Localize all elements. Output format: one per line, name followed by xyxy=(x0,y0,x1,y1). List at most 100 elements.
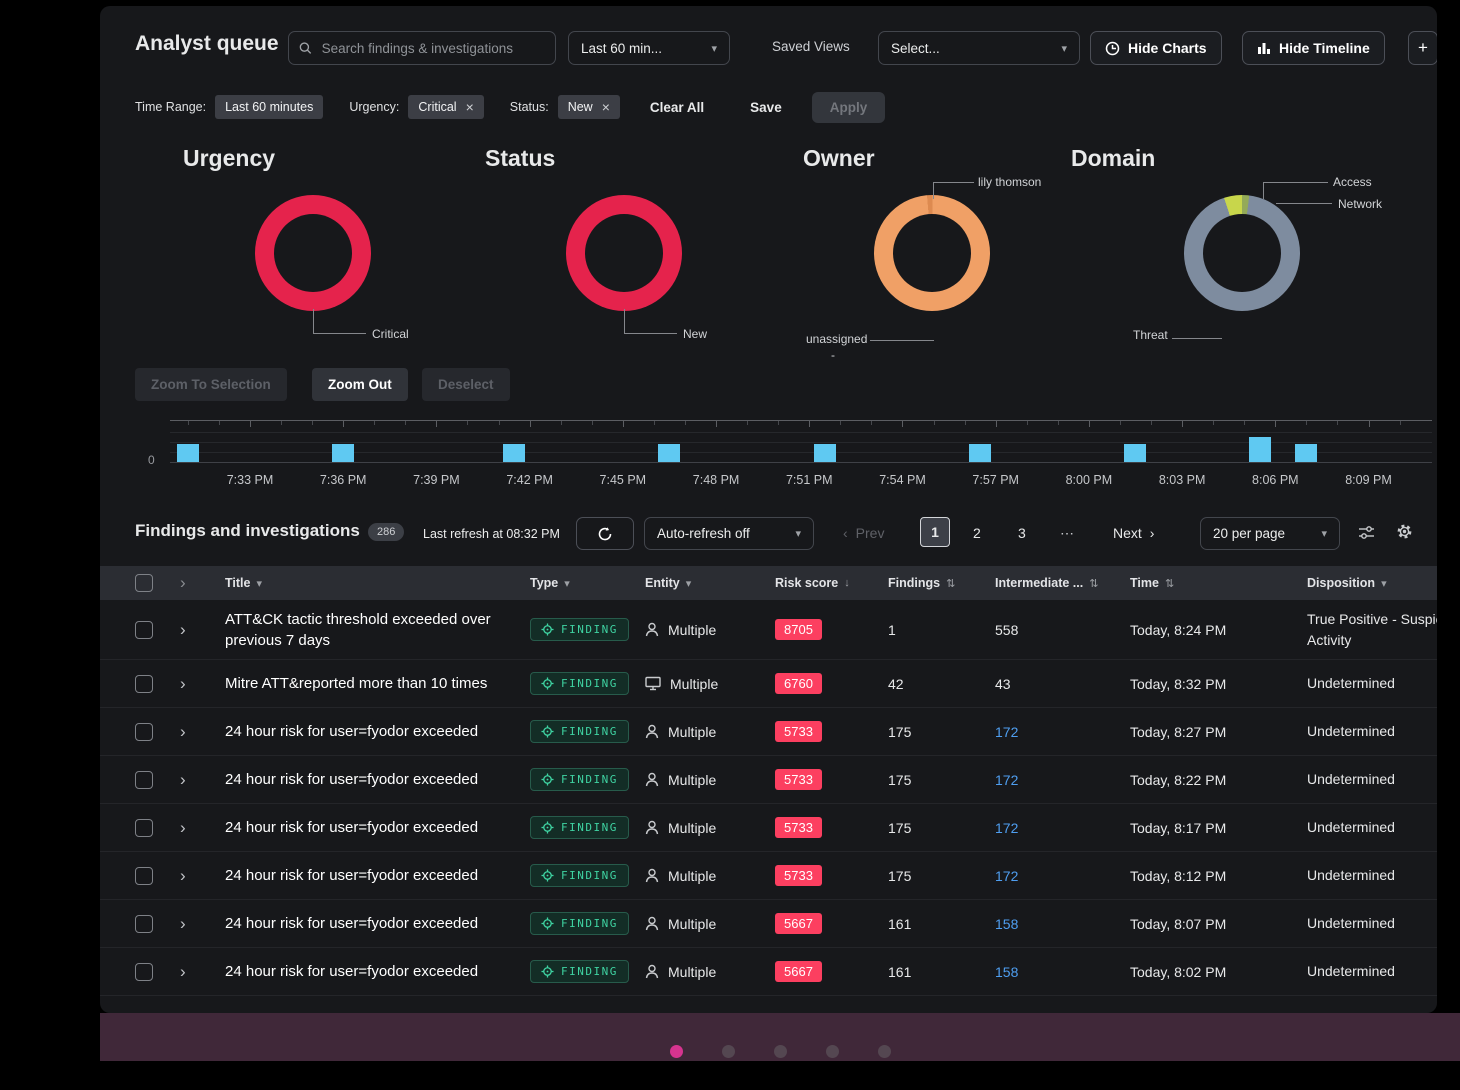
row-checkbox[interactable] xyxy=(135,723,153,741)
auto-refresh-dropdown[interactable]: Auto-refresh off ▾ xyxy=(644,517,814,550)
timeline-tick xyxy=(716,421,717,427)
row-expand-chevron[interactable]: › xyxy=(180,914,186,933)
row-expand-chevron[interactable]: › xyxy=(180,962,186,981)
row-checkbox[interactable] xyxy=(135,963,153,981)
finding-title-link[interactable]: 24 hour risk for user=fyodor exceeded xyxy=(225,769,530,790)
column-header-title[interactable]: Title▾ xyxy=(225,576,530,590)
carousel-dot[interactable] xyxy=(670,1045,683,1058)
hide-timeline-button[interactable]: Hide Timeline xyxy=(1242,31,1385,65)
column-header-findings[interactable]: Findings⇅ xyxy=(888,576,995,590)
row-expand-chevron[interactable]: › xyxy=(180,770,186,789)
finding-title-link[interactable]: ATT&CK tactic threshold exceeded over pr… xyxy=(225,609,530,651)
urgency-chip[interactable]: Critical × xyxy=(408,95,483,119)
timeline-bar[interactable] xyxy=(969,444,991,462)
finding-title-link[interactable]: 24 hour risk for user=fyodor exceeded xyxy=(225,913,530,934)
status-donut-chart[interactable] xyxy=(566,195,682,311)
finding-title-link[interactable]: Mitre ATT&reported more than 10 times xyxy=(225,673,530,694)
row-expand-chevron[interactable]: › xyxy=(180,722,186,741)
time-range-chip[interactable]: Last 60 minutes xyxy=(215,95,323,119)
search-box[interactable] xyxy=(288,31,556,65)
column-header-intermediate[interactable]: Intermediate ...⇅ xyxy=(995,576,1130,590)
timeline-axis-label: 7:57 PM xyxy=(972,473,1019,487)
intermediate-count[interactable]: 158 xyxy=(995,916,1130,932)
close-icon[interactable]: × xyxy=(466,102,474,112)
column-header-entity[interactable]: Entity▾ xyxy=(645,576,775,590)
row-expand-chevron[interactable]: › xyxy=(180,674,186,693)
table-settings-button[interactable] xyxy=(1396,523,1413,545)
intermediate-count[interactable]: 43 xyxy=(995,676,1130,692)
urgency-donut-chart[interactable] xyxy=(255,195,371,311)
clear-all-button[interactable]: Clear All xyxy=(650,100,704,115)
apply-button[interactable]: Apply xyxy=(812,92,886,123)
pagination-page-1[interactable]: 1 xyxy=(920,517,950,547)
column-header-type[interactable]: Type▾ xyxy=(530,576,645,590)
close-icon[interactable]: × xyxy=(602,102,610,112)
finding-title-link[interactable]: 24 hour risk for user=fyodor exceeded xyxy=(225,865,530,886)
finding-title-link[interactable]: 24 hour risk for user=fyodor exceeded xyxy=(225,721,530,742)
person-icon xyxy=(645,622,659,637)
timeline-axis-label: 8:00 PM xyxy=(1066,473,1113,487)
column-filter-button[interactable] xyxy=(1358,525,1375,545)
carousel-dot[interactable] xyxy=(826,1045,839,1058)
callout-line xyxy=(1263,182,1328,199)
carousel-dot[interactable] xyxy=(774,1045,787,1058)
time-cell: Today, 8:02 PM xyxy=(1130,964,1307,980)
pagination-page-3[interactable]: 3 xyxy=(1018,525,1026,541)
timeline-bar[interactable] xyxy=(177,444,199,462)
timeline-bar[interactable] xyxy=(503,444,525,462)
timeline-bar[interactable] xyxy=(814,444,836,462)
carousel-dot[interactable] xyxy=(722,1045,735,1058)
status-chip[interactable]: New × xyxy=(558,95,620,119)
expand-all-chevron[interactable]: › xyxy=(180,573,186,592)
column-header-time[interactable]: Time⇅ xyxy=(1130,576,1307,590)
pagination-prev[interactable]: ‹ Prev xyxy=(843,525,884,541)
select-all-checkbox[interactable] xyxy=(135,574,153,592)
timeline-bar[interactable] xyxy=(1249,437,1271,462)
row-checkbox[interactable] xyxy=(135,915,153,933)
row-expand-chevron[interactable]: › xyxy=(180,866,186,885)
intermediate-count[interactable]: 558 xyxy=(995,622,1130,638)
intermediate-count[interactable]: 172 xyxy=(995,724,1130,740)
save-filters-button[interactable]: Save xyxy=(750,100,782,115)
intermediate-count[interactable]: 172 xyxy=(995,820,1130,836)
row-checkbox[interactable] xyxy=(135,771,153,789)
refresh-button[interactable] xyxy=(576,517,634,550)
intermediate-count[interactable]: 172 xyxy=(995,772,1130,788)
row-expand-chevron[interactable]: › xyxy=(180,818,186,837)
finding-crosshair-icon xyxy=(541,869,554,882)
per-page-dropdown[interactable]: 20 per page ▾ xyxy=(1200,517,1340,550)
row-checkbox[interactable] xyxy=(135,675,153,693)
pagination-page-2[interactable]: 2 xyxy=(973,525,981,541)
time-range-dropdown[interactable]: Last 60 min... ▾ xyxy=(568,31,730,65)
add-view-button[interactable]: + xyxy=(1408,31,1437,65)
carousel-dot[interactable] xyxy=(878,1045,891,1058)
row-checkbox[interactable] xyxy=(135,621,153,639)
events-timeline[interactable]: 7:33 PM7:36 PM7:39 PM7:42 PM7:45 PM7:48 … xyxy=(170,420,1432,467)
table-row: › 24 hour risk for user=fyodor exceeded … xyxy=(100,756,1437,804)
timeline-bar[interactable] xyxy=(1124,444,1146,462)
timeline-bar[interactable] xyxy=(1295,444,1317,462)
donut-label-network: Network xyxy=(1338,197,1382,211)
pagination-next[interactable]: Next › xyxy=(1113,525,1154,541)
intermediate-count[interactable]: 172 xyxy=(995,868,1130,884)
column-header-risk-score[interactable]: Risk score↓ xyxy=(775,576,888,590)
row-checkbox[interactable] xyxy=(135,819,153,837)
row-checkbox[interactable] xyxy=(135,867,153,885)
search-input[interactable] xyxy=(320,40,545,57)
owner-donut-chart[interactable] xyxy=(874,195,990,311)
row-expand-chevron[interactable]: › xyxy=(180,620,186,639)
timeline-bar[interactable] xyxy=(332,444,354,462)
findings-count: 42 xyxy=(888,676,995,692)
deselect-button[interactable]: Deselect xyxy=(422,368,510,401)
timeline-bar[interactable] xyxy=(658,444,680,462)
domain-donut-chart[interactable] xyxy=(1184,195,1300,311)
zoom-out-button[interactable]: Zoom Out xyxy=(312,368,408,401)
finding-title-link[interactable]: 24 hour risk for user=fyodor exceeded xyxy=(225,961,530,982)
finding-title-link[interactable]: 24 hour risk for user=fyodor exceeded xyxy=(225,817,530,838)
hide-charts-button[interactable]: Hide Charts xyxy=(1090,31,1222,65)
saved-views-dropdown[interactable]: Select... ▾ xyxy=(878,31,1080,65)
zoom-to-selection-button[interactable]: Zoom To Selection xyxy=(135,368,287,401)
column-header-disposition[interactable]: Disposition▾ xyxy=(1307,576,1437,590)
intermediate-count[interactable]: 158 xyxy=(995,964,1130,980)
findings-count: 161 xyxy=(888,916,995,932)
